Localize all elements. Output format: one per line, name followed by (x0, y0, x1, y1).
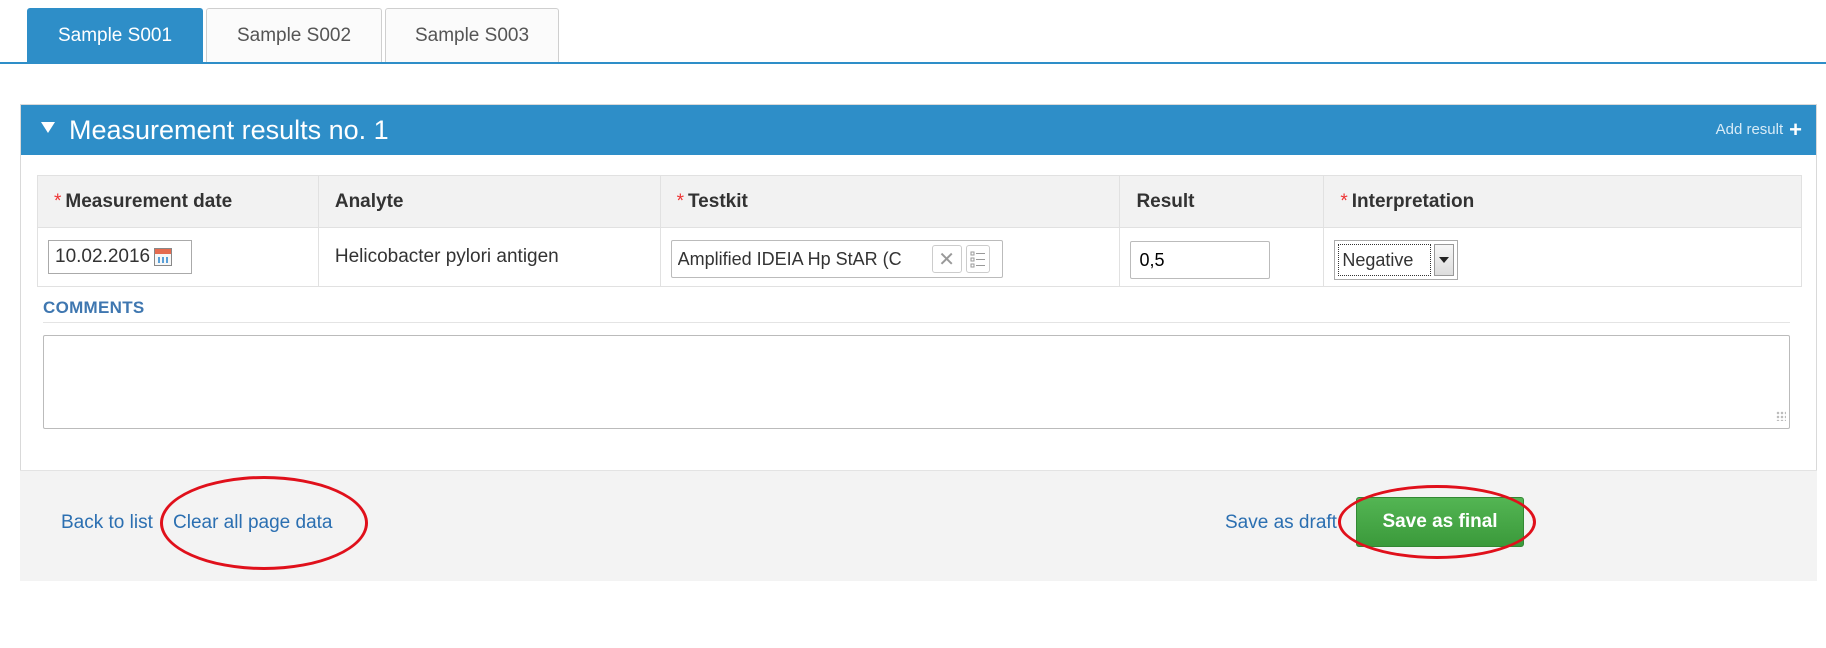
header-interpretation: * Interpretation (1323, 175, 1802, 228)
measurement-date-field[interactable]: 10.02.2016 (48, 240, 192, 274)
header-label: Analyte (334, 190, 404, 212)
back-to-list-link[interactable]: Back to list (61, 512, 153, 534)
panel-title: Measurement results no. 1 (69, 115, 389, 145)
table-header-row: * Measurement date Analyte * Testkit Resul… (37, 175, 1802, 228)
measurement-panel: Measurement results no. 1 Add result + *… (20, 104, 1817, 524)
interpretation-value: Negative (1338, 244, 1432, 276)
caret-down-icon[interactable] (41, 122, 55, 133)
required-marker: * (54, 190, 62, 212)
tab-sample-s002[interactable]: Sample S002 (206, 8, 382, 62)
cell-testkit: Amplified IDEIA Hp StAR (C ✕ (659, 227, 1121, 287)
clear-all-page-data-link[interactable]: Clear all page data (173, 512, 333, 534)
save-as-draft-link[interactable]: Save as draft (1225, 512, 1337, 534)
calendar-icon[interactable] (154, 248, 173, 266)
cell-interpretation: Negative (1323, 227, 1802, 287)
header-result: Result (1119, 175, 1325, 228)
testkit-value: Amplified IDEIA Hp StAR (C (677, 248, 902, 269)
save-as-final-button[interactable]: Save as final (1356, 497, 1524, 547)
testkit-select[interactable]: Amplified IDEIA Hp StAR (C ✕ (670, 240, 1003, 278)
required-marker: * (1340, 190, 1348, 212)
tab-sample-s001[interactable]: Sample S001 (27, 8, 203, 62)
tabs-divider (0, 62, 1826, 64)
result-input[interactable] (1130, 241, 1271, 279)
cell-analyte: Helicobacter pylori antigen (317, 227, 661, 287)
interpretation-select[interactable]: Negative (1334, 240, 1459, 280)
resize-grip-icon[interactable] (1776, 411, 1786, 421)
table-row: 10.02.2016 Helicobacter pylori antigen A… (37, 227, 1802, 287)
sample-tabs: Sample S001 Sample S002 Sample S003 (0, 0, 1826, 64)
add-result-button[interactable]: Add result + (1715, 116, 1802, 142)
header-label: Measurement date (65, 190, 233, 212)
header-measurement-date: * Measurement date (37, 175, 319, 228)
comments-divider (43, 322, 1790, 323)
header-label: Testkit (687, 190, 748, 212)
list-icon[interactable] (965, 245, 990, 273)
add-result-label: Add result (1715, 121, 1784, 138)
comments-label: COMMENTS (43, 298, 145, 317)
tab-sample-s003[interactable]: Sample S003 (385, 8, 559, 62)
required-marker: * (676, 190, 684, 212)
header-testkit: * Testkit (659, 175, 1121, 228)
plus-icon: + (1789, 116, 1802, 142)
results-table: * Measurement date Analyte * Testkit Resul… (37, 175, 1802, 287)
clear-icon[interactable]: ✕ (931, 245, 962, 273)
comments-textarea[interactable] (43, 335, 1790, 429)
header-label: Interpretation (1351, 190, 1475, 212)
panel-header[interactable]: Measurement results no. 1 Add result + (21, 105, 1816, 155)
header-analyte: Analyte (317, 175, 661, 228)
cell-result (1119, 227, 1325, 287)
date-value: 10.02.2016 (55, 246, 151, 267)
chevron-down-icon[interactable] (1434, 244, 1455, 276)
header-label: Result (1136, 190, 1195, 212)
cell-date: 10.02.2016 (37, 227, 319, 287)
analyte-value: Helicobacter pylori antigen (334, 246, 559, 267)
